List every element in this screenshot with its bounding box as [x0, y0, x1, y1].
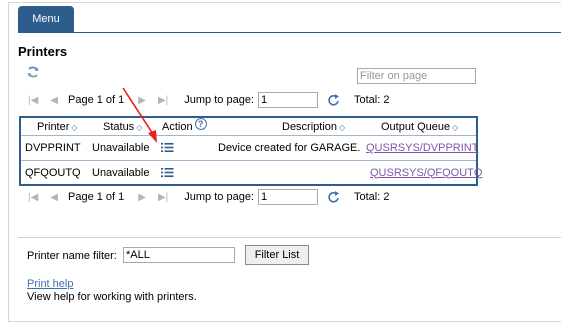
pager-top: |◀ ◀ Page 1 of 1 ▶ ▶| Jump to page: Tota… [28, 91, 389, 109]
printer-status: Unavailable [92, 142, 150, 154]
jump-label: Jump to page: [184, 191, 254, 203]
next-page-icon[interactable]: ▶ [138, 95, 146, 106]
menu-button[interactable]: Menu [18, 6, 74, 32]
printers-table: Printer ◇ Status ◇ Action? Description ◇ Ou… [19, 116, 482, 186]
action-list-icon[interactable] [161, 142, 174, 153]
printer-description: Device created for GARAGE. [218, 142, 361, 154]
menu-label: Menu [32, 13, 60, 25]
printer-status: Unavailable [92, 166, 150, 179]
total-label: Total: 2 [354, 94, 390, 106]
action-list-icon[interactable] [161, 167, 174, 178]
col-action-label: Action [162, 120, 193, 133]
refresh-icon[interactable] [26, 65, 40, 79]
col-output-queue[interactable]: Output Queue ◇ [381, 121, 458, 133]
go-icon[interactable] [328, 94, 340, 106]
table-header: Printer ◇ Status ◇ Action? Description ◇ Ou… [21, 117, 476, 136]
prev-page-icon[interactable]: ◀ [50, 95, 58, 106]
table-row: QFQOUTQ Unavailable QUSRSYS/QFQOUTQ [21, 160, 482, 184]
first-page-icon[interactable]: |◀ [28, 192, 38, 203]
printer-name-filter-input[interactable] [123, 247, 235, 263]
jump-to-page-input[interactable] [258, 92, 318, 108]
filter-on-page-input[interactable] [357, 68, 476, 84]
help-description: View help for working with printers. [27, 291, 197, 303]
printer-name: DVPPRINT [25, 142, 81, 154]
sort-icon: ◇ [136, 122, 143, 132]
output-queue-link[interactable]: QUSRSYS/QFQOUTQ [370, 167, 482, 179]
output-queue-link[interactable]: QUSRSYS/DVPPRINT [366, 142, 478, 154]
printer-name-filter-label: Printer name filter: [27, 250, 117, 262]
filter-list-button[interactable]: Filter List [245, 245, 309, 265]
col-action: Action? [162, 117, 207, 133]
next-page-icon[interactable]: ▶ [138, 192, 146, 203]
table-row: DVPPRINT Unavailable Device created for … [21, 136, 478, 160]
jump-to-page-input[interactable] [258, 189, 318, 205]
total-label: Total: 2 [354, 191, 390, 203]
page-label: Page 1 of 1 [68, 191, 125, 203]
go-icon[interactable] [328, 191, 340, 203]
sort-icon: ◇ [71, 122, 78, 132]
col-printer[interactable]: Printer ◇ [37, 121, 78, 133]
col-description-label: Description [282, 120, 338, 133]
print-help-link[interactable]: Print help [27, 278, 73, 290]
pager-bottom: |◀ ◀ Page 1 of 1 ▶ ▶| Jump to page: Tota… [28, 188, 389, 206]
jump-label: Jump to page: [184, 94, 254, 106]
sort-icon: ◇ [339, 122, 346, 132]
col-output-queue-label: Output Queue [381, 120, 451, 133]
prev-page-icon[interactable]: ◀ [50, 192, 58, 203]
sort-icon: ◇ [452, 122, 459, 132]
page-label: Page 1 of 1 [68, 94, 125, 106]
menu-divider [18, 32, 561, 33]
page-title: Printers [18, 44, 68, 59]
last-page-icon[interactable]: ▶| [158, 95, 168, 106]
col-printer-label: Printer [37, 120, 70, 133]
printer-name: QFQOUTQ [25, 166, 81, 179]
col-status[interactable]: Status ◇ [103, 121, 142, 133]
first-page-icon[interactable]: |◀ [28, 95, 38, 106]
last-page-icon[interactable]: ▶| [158, 192, 168, 203]
section-divider [18, 237, 561, 238]
col-description[interactable]: Description ◇ [282, 121, 345, 133]
col-status-label: Status [103, 120, 135, 133]
help-icon[interactable]: ? [194, 117, 207, 130]
